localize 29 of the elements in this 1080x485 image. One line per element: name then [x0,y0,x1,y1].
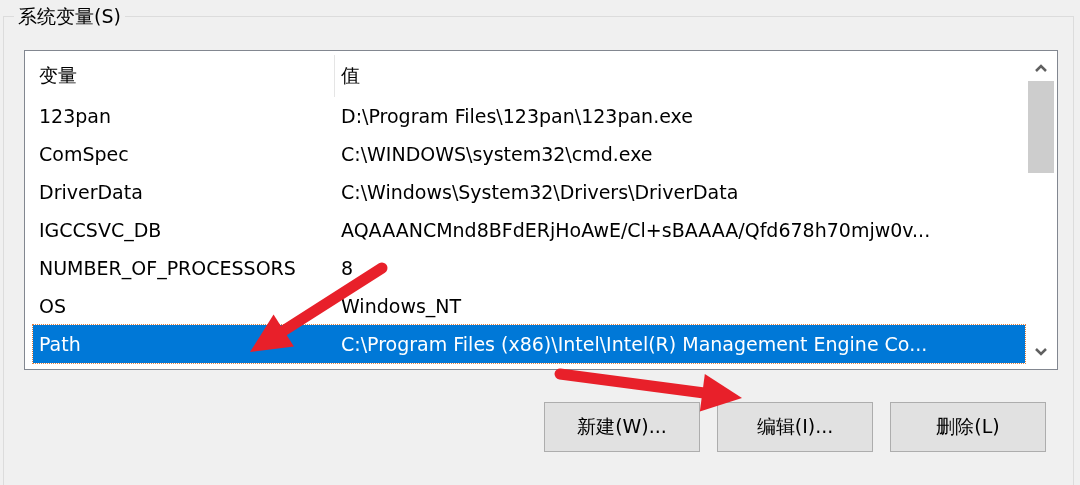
table-cell-text: Path [38,333,82,355]
table-cell-text: D:\Program Files\123pan\123pan.exe [340,105,694,127]
table-cell-text: 123pan [38,105,112,127]
table-cell-text: IGCCSVC_DB [38,219,163,241]
column-header[interactable]: 变量 [33,55,335,97]
table-cell-text: 8 [340,257,355,279]
dialog-button[interactable]: 新建(W)... [544,402,700,452]
table-row[interactable]: 123pan D:\Program Files\123pan\123pan.exe [33,97,1025,135]
dialog-button[interactable]: 删除(L) [890,402,1046,452]
table-cell-text: Windows_NT [340,295,463,317]
table-row[interactable]: NUMBER_OF_PROCESSORS 8 [33,249,1025,287]
table-row[interactable]: ComSpec C:\WINDOWS\system32\cmd.exe [33,135,1025,173]
table-cell-text: NUMBER_OF_PROCESSORS [38,257,297,279]
column-header[interactable]: 值 [335,55,360,97]
table-cell-text: C:\WINDOWS\system32\cmd.exe [340,143,654,165]
table-row[interactable]: Path C:\Program Files (x86)\Intel\Intel(R) Management Engine Co... [33,325,1025,363]
table-cell-text: C:\Program Files (x86)\Intel\Intel(R) Management Engine Co... [340,333,929,355]
dialog-button[interactable]: 编辑(I)... [717,402,873,452]
scroll-down-icon[interactable] [1034,347,1048,357]
scrollbar-thumb[interactable] [1028,81,1054,173]
table-cell-text: ComSpec [38,143,130,165]
table-cell-text: C:\Windows\System32\Drivers\DriverData [340,181,740,203]
table-cell-text: AQAAANCMnd8BFdERjHoAwE/Cl+sBAAAA/Qfd678h70mjw0v... [340,219,932,241]
table-cell-text: OS [38,295,67,317]
table-row[interactable]: IGCCSVC_DB AQAAANCMnd8BFdERjHoAwE/Cl+sBAAAA/Qfd678h70mjw0v... [33,211,1025,249]
table-row[interactable]: OS Windows_NT [33,287,1025,325]
table-cell-text: DriverData [38,181,144,203]
table-row[interactable]: DriverData C:\Windows\System32\Drivers\DriverData [33,173,1025,211]
scroll-up-icon[interactable] [1034,63,1048,73]
